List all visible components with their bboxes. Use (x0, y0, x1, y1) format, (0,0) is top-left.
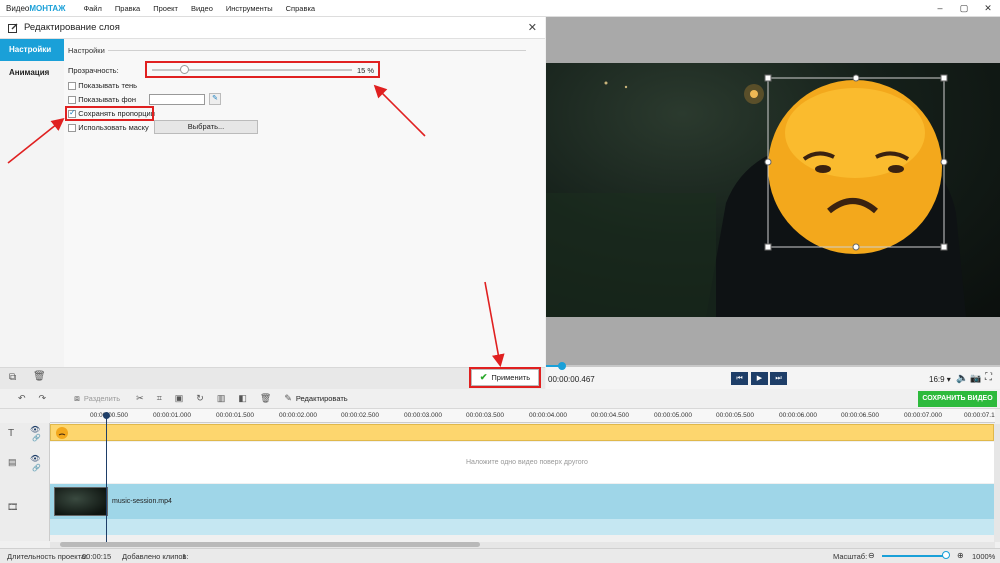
next-frame-icon[interactable]: ⏭ (770, 372, 787, 385)
ruler-tick: 00:00:03.000 (404, 412, 442, 419)
playback-handle[interactable] (558, 362, 566, 370)
emoji-clip[interactable] (55, 426, 69, 440)
pencil-icon[interactable]: ✎ (284, 393, 292, 404)
ruler-tick: 00:00:05.500 (716, 412, 754, 419)
horizontal-scroll-thumb[interactable] (60, 542, 480, 547)
play-icon[interactable]: ▶ (751, 372, 768, 385)
frame-icon[interactable]: ▣ (175, 393, 184, 404)
track-headers: T 👁 🔗 ▤ 👁 🔗 🎞 (0, 423, 50, 541)
delete-icon[interactable]: 🗑 (260, 393, 271, 404)
eye-icon[interactable]: 👁 (30, 425, 40, 434)
video-frame (546, 74, 966, 317)
eye-icon[interactable]: 👁 (30, 454, 40, 463)
highlight-box-apply (469, 367, 541, 388)
cut-icon[interactable]: ✂ (136, 393, 144, 404)
ruler-tick: 00:00:03.500 (466, 412, 504, 419)
zoom-slider-handle[interactable] (942, 551, 950, 559)
split-button[interactable]: Разделить (84, 394, 120, 403)
link-icon[interactable]: 🔗 (32, 464, 41, 472)
undo-icon[interactable]: ↶ (18, 393, 26, 404)
scale-value: 1000% (972, 552, 996, 561)
crop-icon[interactable]: ⌗ (157, 393, 162, 404)
camera-icon[interactable]: 📷 (970, 373, 981, 384)
ruler-tick: 00:00:07.1 (964, 412, 995, 419)
clip-name: music-session.mp4 (112, 498, 172, 505)
video-clip[interactable]: music-session.mp4 (50, 484, 994, 519)
duration-value: 00:00:15 (82, 552, 112, 561)
overlay-drop-zone[interactable]: Наложите одно видео поверх другого (50, 442, 994, 483)
status-bar: Длительность проекта: 00:00:15 Добавлено… (0, 548, 1000, 563)
edit-button[interactable]: Редактировать (296, 394, 348, 403)
timecode: 00:00:00.467 (548, 375, 595, 384)
text-track-icon: T (8, 428, 15, 439)
scale-label: Масштаб: (833, 552, 868, 561)
playback-progress-track[interactable] (546, 365, 1000, 367)
ruler-tick: 00:00:02.000 (279, 412, 317, 419)
ruler-tick: 00:00:06.000 (779, 412, 817, 419)
effects-icon[interactable]: ▥ (217, 393, 226, 404)
audio-track[interactable] (50, 519, 994, 535)
ruler-tick: 00:00:01.500 (216, 412, 254, 419)
playhead-handle[interactable] (103, 412, 110, 419)
ruler-tick: 00:00:04.500 (591, 412, 629, 419)
video-preview[interactable] (546, 63, 1000, 317)
zoom-slider-track[interactable] (882, 555, 946, 557)
arrow-to-proportions (7, 118, 65, 164)
duplicate-icon[interactable]: ⧉ (9, 372, 16, 383)
ruler-tick: 00:00:01.000 (153, 412, 191, 419)
adjust-icon[interactable]: ◧ (238, 393, 247, 404)
aspect-ratio-select[interactable]: 16:9 ▾ (929, 375, 951, 384)
vertical-scrollbar[interactable] (994, 424, 1000, 542)
prev-frame-icon[interactable]: ⏮ (731, 372, 748, 385)
ruler-tick: 00:00:07.000 (904, 412, 942, 419)
zoom-out-icon[interactable]: ⊖ (868, 551, 875, 560)
volume-icon[interactable]: 🔈 (956, 373, 968, 384)
ruler-tick: 00:00:05.000 (654, 412, 692, 419)
arrow-to-opacity (373, 84, 426, 137)
ruler-tick: 00:00:06.500 (841, 412, 879, 419)
save-video-button[interactable]: СОХРАНИТЬ ВИДЕО (918, 391, 997, 407)
clip-thumbnail (54, 487, 108, 516)
redo-icon[interactable]: ↷ (39, 393, 47, 404)
trash-icon[interactable]: 🗑 (33, 371, 46, 382)
overlay-clip-track[interactable] (50, 424, 994, 441)
split-icon[interactable]: ⧈ (74, 393, 80, 404)
zoom-in-icon[interactable]: ⊕ (957, 551, 964, 560)
panel-footer: ⧉ 🗑 (0, 367, 545, 389)
duration-label: Длительность проекта: (7, 552, 88, 561)
overlay-track-icon: ▤ (8, 457, 17, 467)
ruler-tick: 00:00:02.500 (341, 412, 379, 419)
fullscreen-icon[interactable]: ⛶ (985, 372, 992, 383)
timeline-toolbar: ↶ ↷ ⧈ Разделить ✂ ⌗ ▣ ↻ ▥ ◧ 🗑 ✎ Редактир… (0, 389, 1000, 409)
arrow-to-apply (484, 281, 505, 368)
clips-value: 1 (182, 552, 187, 561)
link-icon[interactable]: 🔗 (32, 434, 41, 442)
video-track-icon: 🎞 (7, 502, 19, 512)
overlay-hint: Наложите одно видео поверх другого (466, 459, 588, 466)
ruler-tick: 00:00:04.000 (529, 412, 567, 419)
clips-label: Добавлено клипов: (122, 552, 189, 561)
playhead-line[interactable] (106, 414, 107, 542)
rotate-icon[interactable]: ↻ (196, 393, 204, 404)
